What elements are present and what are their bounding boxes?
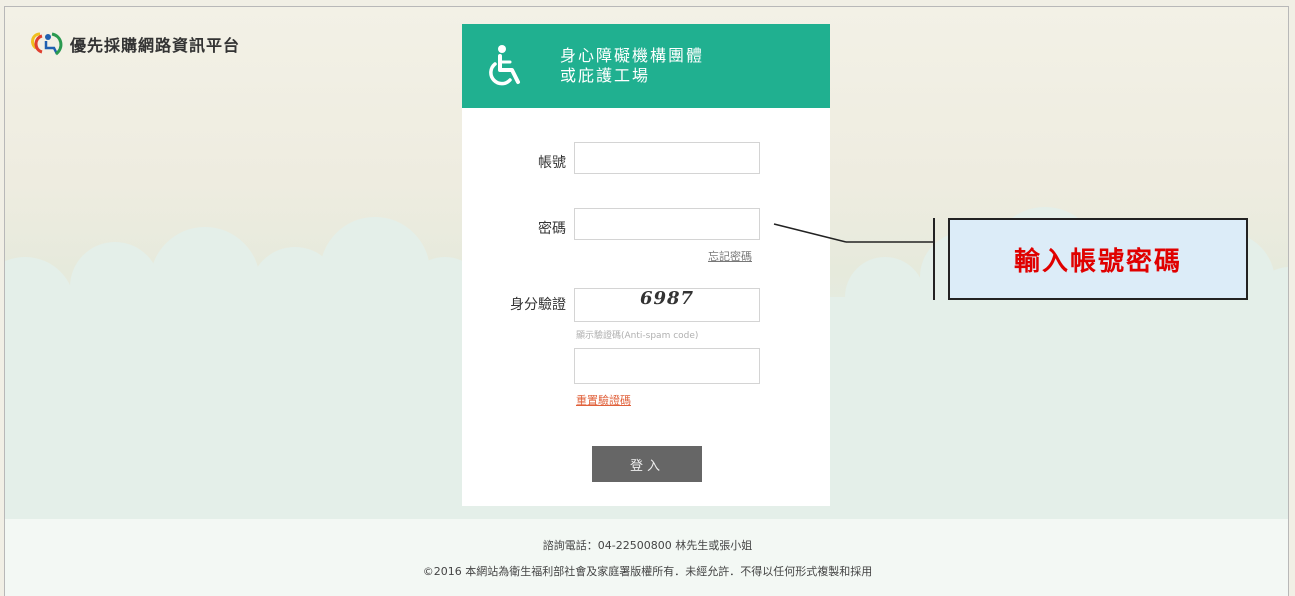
account-input[interactable] [574, 142, 760, 174]
captcha-image: 6987 [574, 288, 760, 322]
footer-copyright: ©2016 本網站為衛生福利部社會及家庭署版權所有．未經允許．不得以任何形式複製… [422, 565, 873, 578]
captcha-input[interactable] [574, 348, 760, 384]
footer-contact: 諮詢電話：04-22500800 林先生或張小姐 [542, 539, 753, 552]
panel-title-line2: 或庇護工場 [560, 66, 651, 85]
captcha-hint: 顯示驗證碼(Anti-spam code) [576, 331, 699, 341]
verify-label: 身分驗證 [510, 297, 566, 313]
password-input[interactable] [574, 208, 760, 240]
site-name: 優先採購網路資訊平台 [70, 36, 241, 55]
site-logo[interactable]: 優先採購網路資訊平台 [26, 30, 240, 58]
wheelchair-icon [489, 45, 520, 86]
panel-header: 身心障礙機構團體 或庇護工場 [462, 24, 830, 108]
callout-bracket [933, 218, 935, 300]
login-button[interactable]: 登入 [592, 446, 702, 482]
forgot-password-link[interactable]: 忘記密碼 [708, 248, 752, 264]
login-panel: 身心障礙機構團體 或庇護工場 帳號 密碼 忘記密碼 身分驗證 6987 顯示驗證… [462, 24, 830, 506]
reset-captcha-link[interactable]: 重置驗證碼 [576, 392, 631, 408]
annotation-callout: 輸入帳號密碼 [948, 218, 1248, 300]
password-label: 密碼 [538, 221, 566, 237]
panel-title: 身心障礙機構團體 或庇護工場 [560, 46, 704, 86]
panel-title-line1: 身心障礙機構團體 [560, 46, 705, 65]
account-label: 帳號 [538, 155, 566, 171]
wheelchair-logo-icon [31, 32, 63, 56]
footer-band [5, 519, 1288, 596]
